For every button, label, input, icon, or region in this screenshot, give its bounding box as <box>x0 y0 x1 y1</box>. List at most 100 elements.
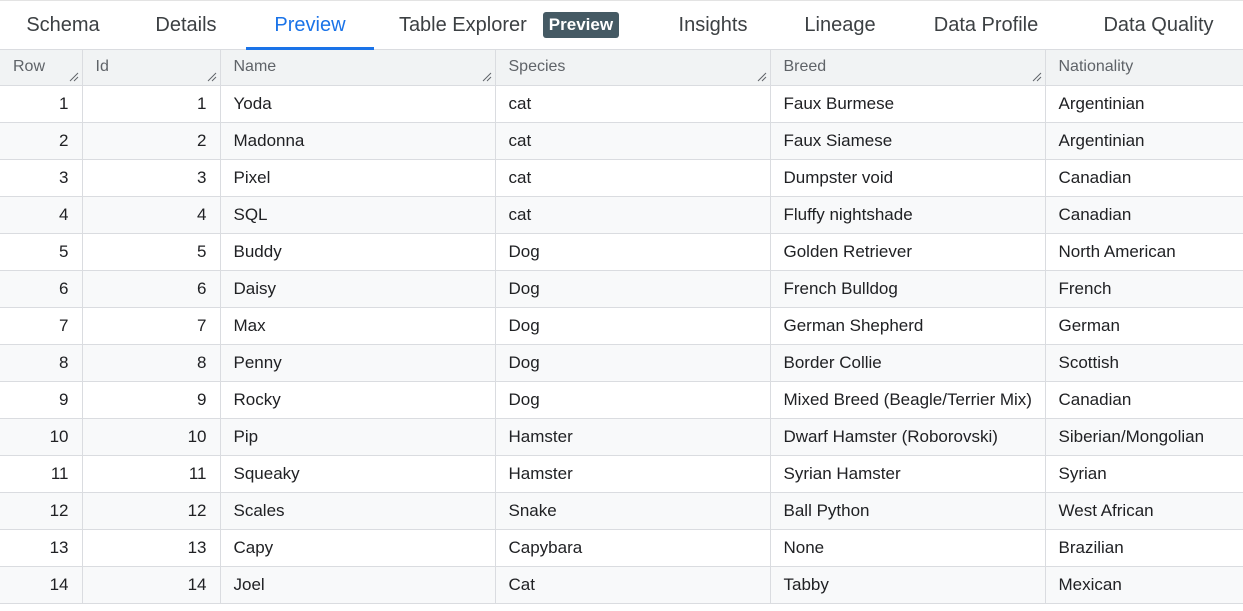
cell-name: Squeaky <box>220 455 496 493</box>
cell-breed: Dumpster void <box>770 159 1046 197</box>
table-row: 14 14 Joel Cat Tabby Mexican <box>0 566 1243 604</box>
tab-data-profile[interactable]: Data Profile <box>898 1 1074 49</box>
column-resize-handle-icon[interactable] <box>207 72 217 82</box>
tab-insights[interactable]: Insights <box>644 1 782 49</box>
tab-label: Lineage <box>804 13 876 36</box>
column-resize-handle-icon[interactable] <box>757 72 767 82</box>
cell-row-number: 7 <box>0 307 83 345</box>
tab-label: Preview <box>274 13 346 36</box>
cell-name: Yoda <box>220 85 496 123</box>
cell-id: 4 <box>82 196 221 234</box>
cell-breed: Faux Burmese <box>770 85 1046 123</box>
preview-badge: Preview <box>542 12 620 38</box>
tab-label: Schema <box>26 13 100 36</box>
cell-species: Dog <box>495 381 771 419</box>
cell-row-number: 13 <box>0 529 83 567</box>
column-header-breed: Breed <box>770 50 1046 86</box>
cell-species: cat <box>495 122 771 160</box>
results-table: Row Id Name Species Breed Nationality 1 … <box>0 50 1243 604</box>
cell-row-number: 14 <box>0 566 83 604</box>
cell-id: 3 <box>82 159 221 197</box>
cell-id: 6 <box>82 270 221 308</box>
tab-preview[interactable]: Preview <box>246 1 374 50</box>
column-header-row: Row <box>0 50 83 86</box>
cell-breed: Golden Retriever <box>770 233 1046 271</box>
cell-nationality: Scottish <box>1045 344 1243 382</box>
tab-label: Details <box>155 13 217 36</box>
column-header-label: Name <box>233 58 277 76</box>
cell-nationality: Brazilian <box>1045 529 1243 567</box>
cell-species: Dog <box>495 233 771 271</box>
cell-nationality: German <box>1045 307 1243 345</box>
tab-schema[interactable]: Schema <box>0 1 126 49</box>
cell-nationality: French <box>1045 270 1243 308</box>
table-row: 6 6 Daisy Dog French Bulldog French <box>0 270 1243 308</box>
cell-nationality: Siberian/Mongolian <box>1045 418 1243 456</box>
column-header-label: Nationality <box>1058 58 1134 76</box>
cell-species: Cat <box>495 566 771 604</box>
cell-nationality: Mexican <box>1045 566 1243 604</box>
column-resize-handle-icon[interactable] <box>69 72 79 82</box>
cell-name: Madonna <box>220 122 496 160</box>
column-header-label: Row <box>13 58 46 76</box>
cell-name: Daisy <box>220 270 496 308</box>
cell-row-number: 6 <box>0 270 83 308</box>
cell-breed: Border Collie <box>770 344 1046 382</box>
cell-row-number: 4 <box>0 196 83 234</box>
cell-id: 11 <box>82 455 221 493</box>
tab-label: Data Quality <box>1103 13 1214 36</box>
cell-nationality: Canadian <box>1045 381 1243 419</box>
cell-id: 12 <box>82 492 221 530</box>
table-row: 9 9 Rocky Dog Mixed Breed (Beagle/Terrier Mi… <box>0 381 1243 419</box>
column-header-id: Id <box>82 50 221 86</box>
tab-table-explorer[interactable]: Table Explorer Preview <box>374 1 644 49</box>
table-row: 4 4 SQL cat Fluffy nightshade Canadian <box>0 196 1243 234</box>
cell-id: 13 <box>82 529 221 567</box>
column-header-label: Id <box>95 58 109 76</box>
cell-row-number: 11 <box>0 455 83 493</box>
column-header-name: Name <box>220 50 496 86</box>
cell-id: 8 <box>82 344 221 382</box>
table-row: 7 7 Max Dog German Shepherd German <box>0 307 1243 345</box>
tab-label: Data Profile <box>933 13 1039 36</box>
tab-details[interactable]: Details <box>126 1 246 49</box>
cell-species: Capybara <box>495 529 771 567</box>
table-row: 11 11 Squeaky Hamster Syrian Hamster Syrian <box>0 455 1243 493</box>
table-row: 5 5 Buddy Dog Golden Retriever North American <box>0 233 1243 271</box>
cell-nationality: Argentinian <box>1045 122 1243 160</box>
preview-panel: Schema Details Preview Table Explorer Pr… <box>0 0 1243 611</box>
cell-breed: German Shepherd <box>770 307 1046 345</box>
tab-bar: Schema Details Preview Table Explorer Pr… <box>0 0 1243 50</box>
cell-species: Hamster <box>495 418 771 456</box>
column-resize-handle-icon[interactable] <box>1032 72 1042 82</box>
cell-row-number: 8 <box>0 344 83 382</box>
cell-breed: Fluffy nightshade <box>770 196 1046 234</box>
cell-row-number: 1 <box>0 85 83 123</box>
table-row: 8 8 Penny Dog Border Collie Scottish <box>0 344 1243 382</box>
table-row: 10 10 Pip Hamster Dwarf Hamster (Roborovski)… <box>0 418 1243 456</box>
cell-id: 14 <box>82 566 221 604</box>
cell-row-number: 5 <box>0 233 83 271</box>
cell-breed: Dwarf Hamster (Roborovski) <box>770 418 1046 456</box>
cell-breed: Mixed Breed (Beagle/Terrier Mix) <box>770 381 1046 419</box>
column-header-nationality: Nationality <box>1045 50 1243 86</box>
tab-lineage[interactable]: Lineage <box>782 1 898 49</box>
cell-name: Capy <box>220 529 496 567</box>
table-row: 12 12 Scales Snake Ball Python West African <box>0 492 1243 530</box>
column-resize-handle-icon[interactable] <box>482 72 492 82</box>
cell-name: Max <box>220 307 496 345</box>
cell-name: Rocky <box>220 381 496 419</box>
cell-id: 10 <box>82 418 221 456</box>
cell-row-number: 2 <box>0 122 83 160</box>
table-row: 2 2 Madonna cat Faux Siamese Argentinian <box>0 122 1243 160</box>
table-body: 1 1 Yoda cat Faux Burmese Argentinian 2 2 Madonn… <box>0 85 1243 604</box>
cell-row-number: 12 <box>0 492 83 530</box>
table-row: 13 13 Capy Capybara None Brazilian <box>0 529 1243 567</box>
cell-species: Snake <box>495 492 771 530</box>
cell-row-number: 3 <box>0 159 83 197</box>
cell-species: Hamster <box>495 455 771 493</box>
cell-breed: Faux Siamese <box>770 122 1046 160</box>
cell-name: SQL <box>220 196 496 234</box>
cell-nationality: Argentinian <box>1045 85 1243 123</box>
tab-data-quality[interactable]: Data Quality <box>1074 1 1243 49</box>
